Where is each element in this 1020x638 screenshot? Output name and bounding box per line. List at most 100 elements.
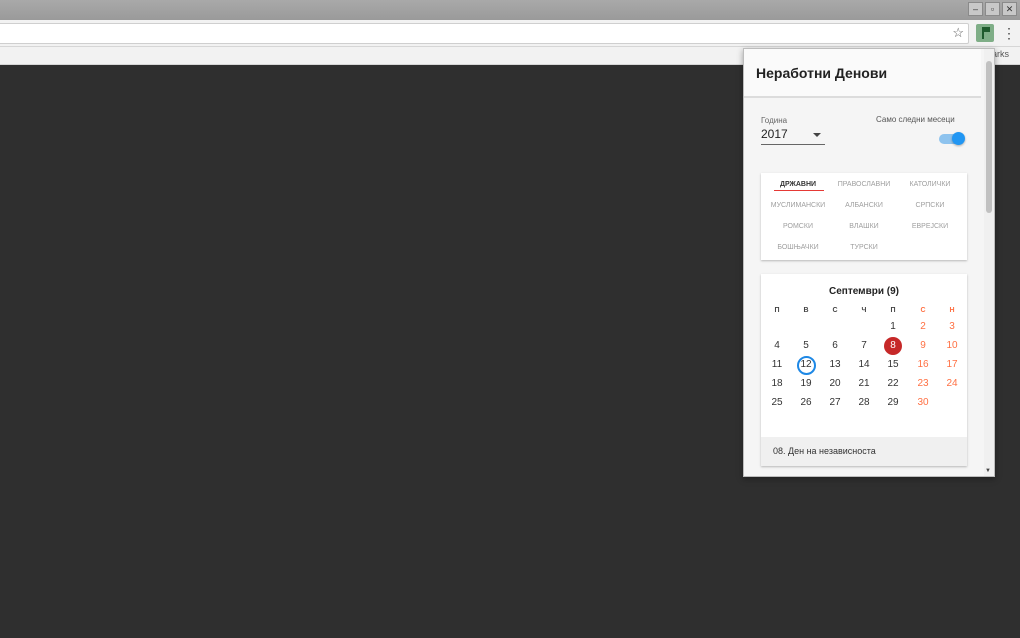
calendar-day[interactable]: 16 (913, 356, 933, 374)
calendar-day[interactable]: 3 (942, 318, 962, 336)
calendar-day[interactable]: 26 (796, 394, 816, 412)
browser-menu-icon[interactable]: ⋮ (1002, 24, 1016, 42)
calendar-day-number: 5 (803, 340, 809, 351)
calendar-day[interactable]: 18 (767, 375, 787, 393)
calendar-day-number: 12 (800, 359, 812, 370)
calendar-day-number: 25 (771, 397, 783, 408)
calendar-day[interactable]: 14 (854, 356, 874, 374)
category-tabs: ДРЖАВНИ ПРАВОСЛАВНИ КАТОЛИЧКИ МУСЛИМАНСК… (761, 173, 967, 260)
scroll-down-arrow-icon[interactable]: ▼ (985, 468, 991, 474)
calendar-day-number: 23 (917, 378, 929, 389)
calendar-day-number: 19 (800, 378, 812, 389)
popup-header: Неработни Денови (744, 49, 981, 98)
calendar-day[interactable]: 20 (825, 375, 845, 393)
calendar-day[interactable]: 28 (854, 394, 874, 412)
calendar-day-number: 18 (771, 378, 783, 389)
calendar-day[interactable]: 1 (883, 318, 903, 336)
calendar-day-number: 30 (917, 397, 929, 408)
calendar-day-number: 28 (858, 397, 870, 408)
calendar-day-number: 8 (890, 340, 896, 351)
caret-down-icon (813, 133, 821, 137)
calendar-day-number: 22 (887, 378, 899, 389)
calendar-day-number: 17 (946, 359, 958, 370)
browser-toolbar: ☆ ⋮ (0, 20, 1020, 47)
holiday-text: 08. Ден на независноста (773, 446, 876, 456)
calendar-day[interactable]: 10 (942, 337, 962, 355)
calendar-day-number: 14 (858, 359, 870, 370)
calendar-day-number: 6 (832, 340, 838, 351)
weekday-header: С (832, 307, 838, 314)
minimize-button[interactable]: – (968, 2, 983, 16)
calendar-day-number: 27 (829, 397, 841, 408)
calendar-day-today[interactable]: 12 (796, 356, 816, 375)
calendar-day-number: 26 (800, 397, 812, 408)
extension-popup: Неработни Денови Година 2017 Само следни… (743, 48, 995, 477)
popup-scrollbar[interactable]: ▼ (984, 49, 994, 476)
weekday-header: Н (949, 307, 955, 314)
year-label: Година (761, 116, 788, 125)
calendar-day[interactable]: 23 (913, 375, 933, 393)
calendar-day-holiday[interactable]: 8 (883, 337, 903, 355)
tab-turski[interactable]: ТУРСКИ (830, 244, 898, 251)
calendar-day-number: 1 (890, 321, 896, 332)
weekday-header: П (774, 307, 780, 314)
calendar-day-number: 20 (829, 378, 841, 389)
bookmark-star-icon[interactable]: ☆ (952, 25, 964, 41)
popup-title: Неработни Денови (756, 65, 888, 81)
tab-srpski[interactable]: СРПСКИ (896, 202, 964, 209)
close-button[interactable]: ✕ (1002, 2, 1017, 16)
calendar-day-number: 11 (771, 359, 783, 370)
calendar-day-number: 3 (949, 321, 955, 332)
calendar-day-number: 16 (917, 359, 929, 370)
calendar-day[interactable]: 19 (796, 375, 816, 393)
calendar-day[interactable]: 5 (796, 337, 816, 355)
calendar-day[interactable]: 4 (767, 337, 787, 355)
holiday-list-item[interactable]: 08. Ден на независноста (761, 437, 967, 466)
calendar-day[interactable]: 21 (854, 375, 874, 393)
tab-katolichki[interactable]: КАТОЛИЧКИ (896, 181, 964, 188)
calendar-day[interactable]: 29 (883, 394, 903, 412)
calendar-day[interactable]: 25 (767, 394, 787, 412)
calendar-day[interactable]: 2 (913, 318, 933, 336)
calendar-card: Септември (9) ПВСЧПСН 1 2 3 4 5 6 7 8 9 10 11 12 13 1… (761, 274, 967, 466)
year-select[interactable]: 2017 (761, 127, 825, 145)
year-value: 2017 (761, 127, 788, 141)
window-controls: – ▫ ✕ (968, 2, 1017, 16)
scroll-thumb[interactable] (986, 61, 992, 213)
address-bar[interactable]: ☆ (0, 23, 969, 44)
calendar-day[interactable]: 9 (913, 337, 933, 355)
tab-romski[interactable]: РОМСКИ (764, 223, 832, 230)
calendar-day[interactable]: 22 (883, 375, 903, 393)
tab-albanski[interactable]: АЛБАНСКИ (830, 202, 898, 209)
calendar-day[interactable]: 24 (942, 375, 962, 393)
calendar-day[interactable]: 30 (913, 394, 933, 412)
calendar-day[interactable]: 13 (825, 356, 845, 374)
active-tab-underline (774, 190, 824, 191)
calendar-day[interactable]: 7 (854, 337, 874, 355)
calendar-day-number: 4 (774, 340, 780, 351)
calendar-day-number: 29 (887, 397, 899, 408)
tab-boshnjachki[interactable]: БОШЊАЧКИ (764, 244, 832, 251)
weekday-header: П (890, 307, 896, 314)
month-title: Септември (9) (829, 286, 899, 297)
calendar-day[interactable]: 15 (883, 356, 903, 374)
calendar-day[interactable]: 17 (942, 356, 962, 374)
upcoming-months-toggle[interactable] (939, 132, 965, 145)
extension-flag-icon[interactable] (976, 24, 994, 42)
window-titlebar: – ▫ ✕ (0, 0, 1020, 20)
tab-drzhavni[interactable]: ДРЖАВНИ (764, 181, 832, 188)
tab-muslimanski[interactable]: МУСЛИМАНСКИ (764, 202, 832, 209)
calendar-day-number: 2 (920, 321, 926, 332)
tab-evrejski[interactable]: ЕВРЕЈСКИ (896, 223, 964, 230)
calendar-day[interactable]: 27 (825, 394, 845, 412)
calendar-day-number: 15 (887, 359, 899, 370)
calendar-day-number: 10 (946, 340, 958, 351)
calendar-day-number: 9 (920, 340, 926, 351)
calendar-day[interactable]: 6 (825, 337, 845, 355)
calendar-day[interactable]: 11 (767, 356, 787, 374)
calendar-day-number: 7 (861, 340, 867, 351)
toggle-thumb (952, 132, 965, 145)
maximize-button[interactable]: ▫ (985, 2, 1000, 16)
tab-pravoslavni[interactable]: ПРАВОСЛАВНИ (830, 181, 898, 188)
tab-vlashki[interactable]: ВЛАШКИ (830, 223, 898, 230)
